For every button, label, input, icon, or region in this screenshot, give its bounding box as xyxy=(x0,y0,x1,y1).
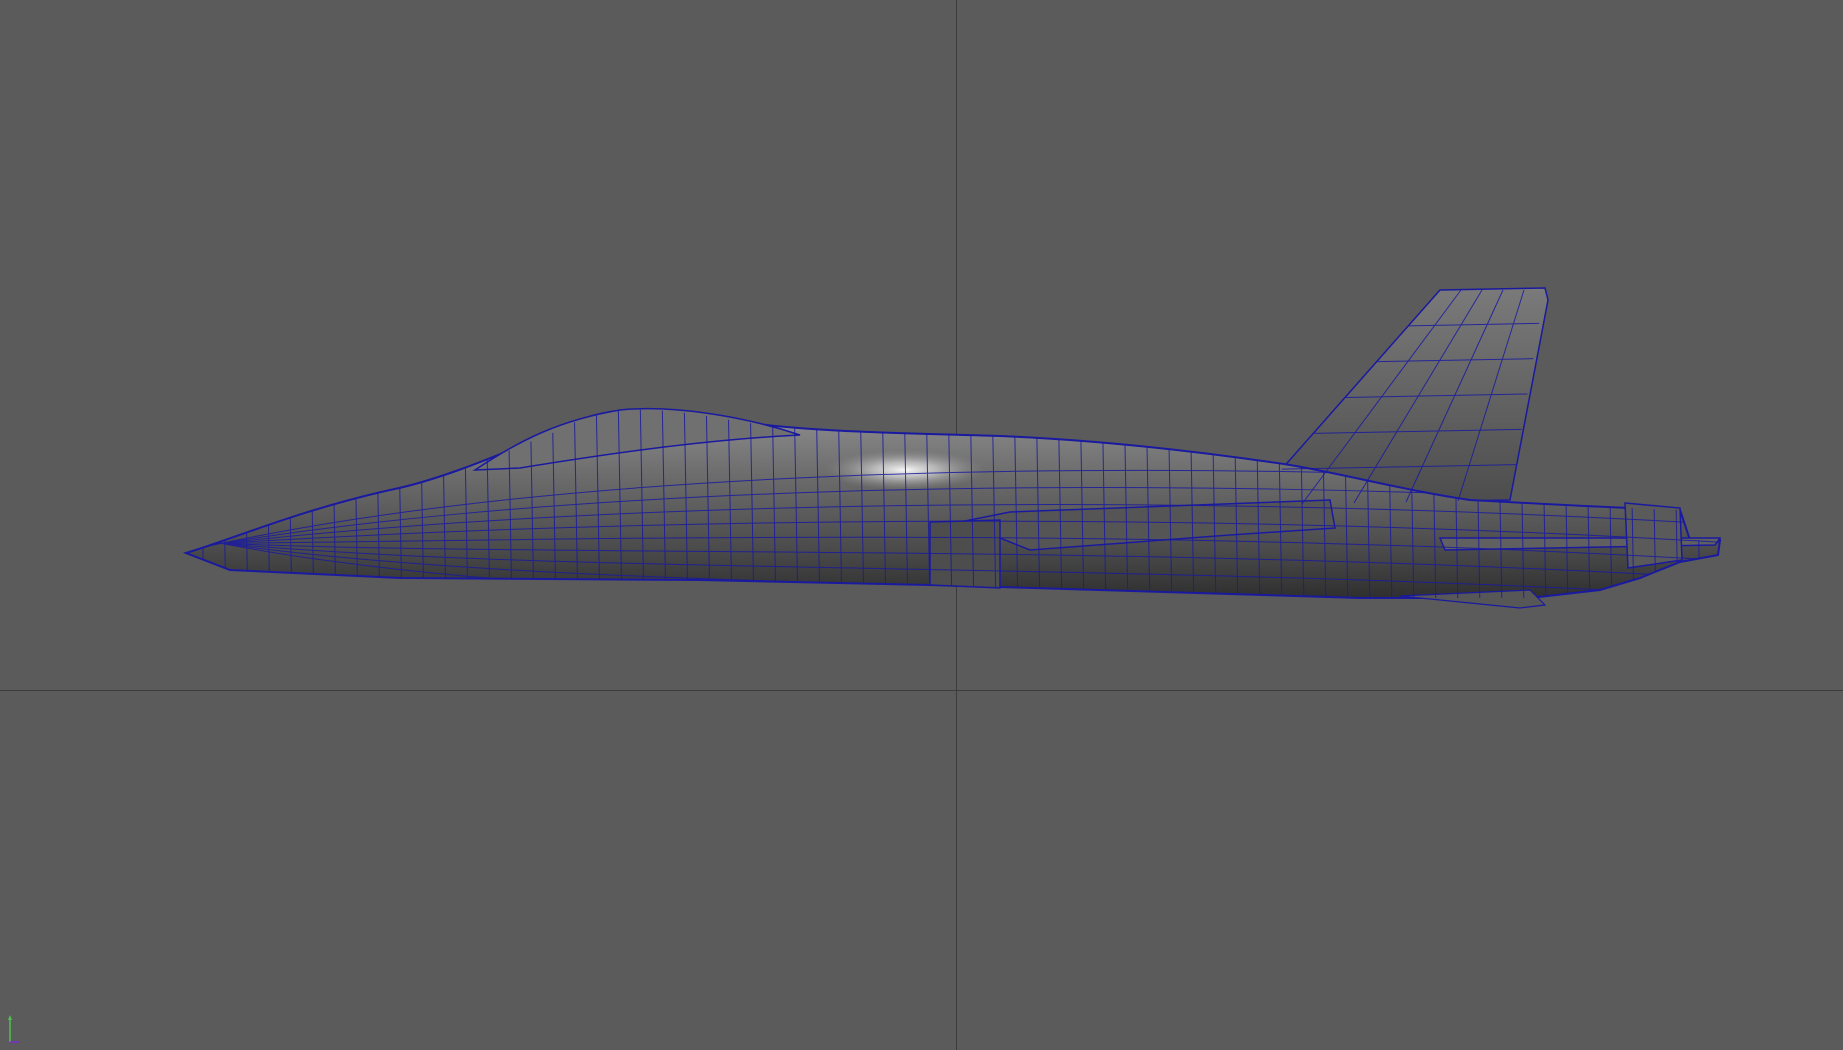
jet-fighter-model[interactable] xyxy=(0,0,1843,1050)
view-axis-indicator xyxy=(8,1015,20,1043)
3d-viewport[interactable] xyxy=(0,0,1843,1050)
